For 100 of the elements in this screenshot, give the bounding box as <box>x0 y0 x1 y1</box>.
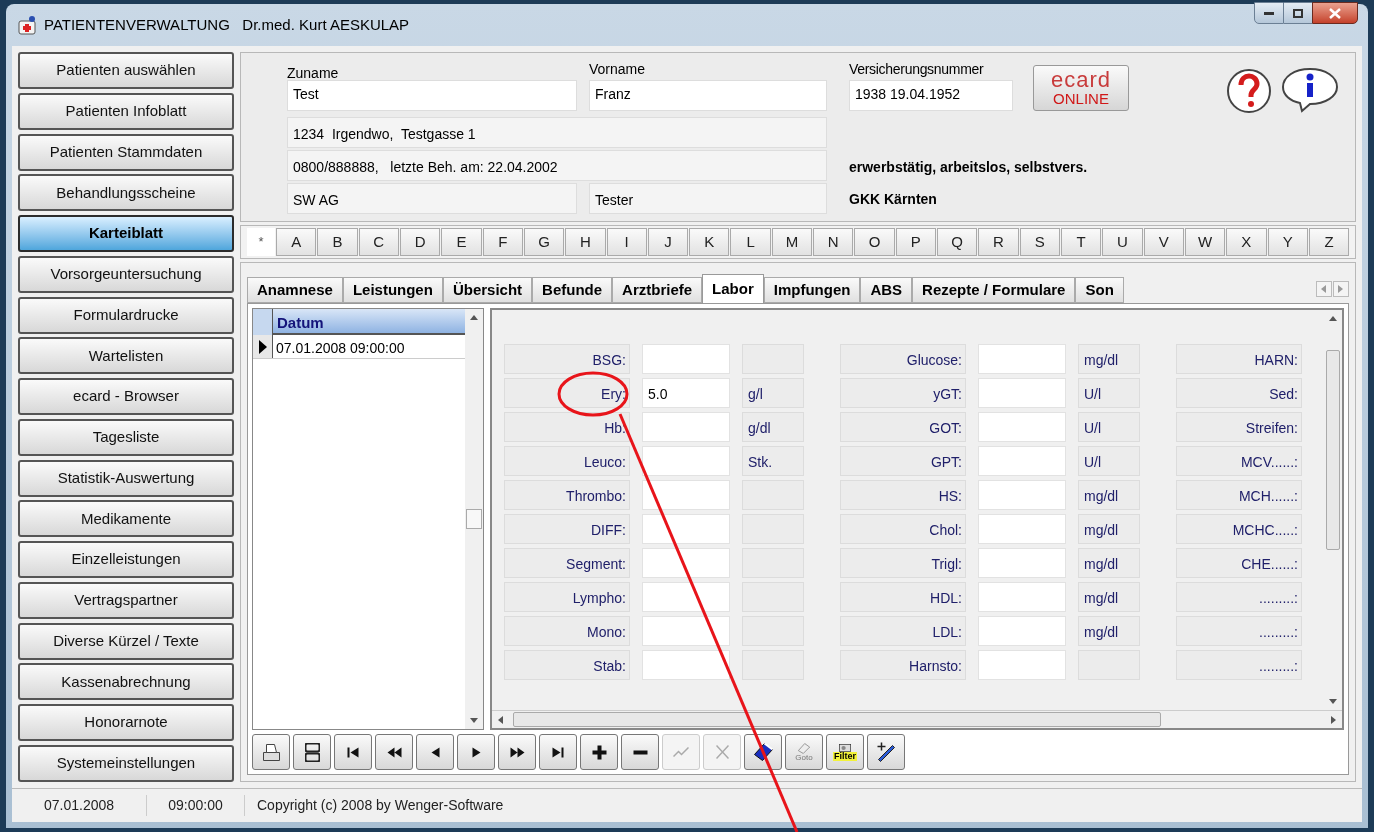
tab[interactable]: Labor <box>702 274 764 303</box>
vertical-scrollbar[interactable] <box>465 309 483 729</box>
letter-button[interactable]: P <box>895 228 936 256</box>
toolbar-button[interactable] <box>621 734 659 770</box>
tab[interactable]: Arztbriefe <box>612 277 703 303</box>
sidebar-button[interactable]: Einzelleistungen <box>18 541 234 578</box>
letter-button[interactable]: G <box>523 228 565 256</box>
letter-button[interactable]: K <box>689 228 730 256</box>
letter-button[interactable]: N <box>813 228 854 256</box>
letter-button[interactable]: V <box>1143 228 1184 256</box>
letter-button[interactable]: O <box>854 228 895 256</box>
sidebar-button[interactable]: Honorarnote <box>18 704 234 741</box>
toolbar-button[interactable]: Goto <box>785 734 823 770</box>
maximize-button[interactable] <box>1284 2 1312 24</box>
lab-value-field[interactable] <box>642 344 730 374</box>
first-name-field[interactable]: Franz <box>589 80 827 111</box>
lab-value-field[interactable] <box>978 480 1066 510</box>
letter-button[interactable]: W <box>1184 228 1226 256</box>
letter-button[interactable]: B <box>317 228 358 256</box>
letter-button[interactable]: E <box>441 228 482 256</box>
right-arrow-icon[interactable] <box>1331 715 1336 724</box>
letter-button[interactable]: X <box>1226 228 1267 256</box>
tab-scroll-right-button[interactable] <box>1333 281 1349 297</box>
letter-button[interactable]: T <box>1060 228 1102 256</box>
toolbar-button[interactable] <box>457 734 495 770</box>
down-arrow-icon[interactable] <box>1329 699 1337 704</box>
tab[interactable]: Befunde <box>532 277 613 303</box>
letter-button[interactable]: Q <box>937 228 978 256</box>
sidebar-button[interactable]: Statistik-Auswertung <box>18 459 234 497</box>
lab-value-field[interactable] <box>978 616 1066 646</box>
toolbar-button[interactable] <box>744 734 782 770</box>
column-header[interactable]: Datum <box>273 309 465 335</box>
info-icon[interactable] <box>1279 65 1341 113</box>
lab-value-field[interactable] <box>642 582 730 612</box>
row-indicator[interactable] <box>253 335 273 358</box>
lab-value-field[interactable] <box>642 480 730 510</box>
lab-value-field[interactable] <box>978 548 1066 578</box>
lab-value-field[interactable] <box>642 446 730 476</box>
toolbar-button[interactable] <box>867 734 905 770</box>
insurance-number-field[interactable]: 1938 19.04.1952 <box>849 80 1013 111</box>
sidebar-button[interactable]: Systemeinstellungen <box>18 744 234 782</box>
lab-value-field[interactable] <box>978 378 1066 408</box>
sidebar-button[interactable]: Patienten Stammdaten <box>18 133 234 171</box>
letter-button[interactable]: L <box>730 228 771 256</box>
toolbar-button[interactable] <box>293 734 331 770</box>
scrollbar-thumb[interactable] <box>466 509 482 529</box>
toolbar-button[interactable] <box>252 734 290 770</box>
lab-value-field[interactable] <box>642 412 730 442</box>
lab-value-field[interactable] <box>642 514 730 544</box>
lab-value-field[interactable] <box>978 344 1066 374</box>
toolbar-button[interactable]: Filter <box>826 734 864 770</box>
sidebar-button[interactable]: Vorsorgeuntersuchung <box>18 255 234 293</box>
close-button[interactable] <box>1312 2 1358 24</box>
sidebar-button[interactable]: Kassenabrechnung <box>18 663 234 701</box>
sidebar-button[interactable]: Karteiblatt <box>18 215 234 252</box>
tab[interactable]: ABS <box>860 277 913 303</box>
letter-button[interactable]: R <box>978 228 1019 256</box>
tab[interactable]: Son <box>1075 277 1124 303</box>
sidebar-button[interactable]: Wartelisten <box>18 337 234 375</box>
sidebar-button[interactable]: Patienten auswählen <box>18 52 234 89</box>
lab-value-field[interactable] <box>978 650 1066 680</box>
surname-field[interactable]: Test <box>287 80 577 111</box>
scrollbar-thumb[interactable] <box>1326 350 1340 550</box>
help-icon[interactable] <box>1225 67 1273 115</box>
up-arrow-icon[interactable] <box>470 315 478 320</box>
sidebar-button[interactable]: Behandlungsscheine <box>18 174 234 212</box>
toolbar-button[interactable] <box>580 734 618 770</box>
sidebar-button[interactable]: Patienten Infoblatt <box>18 92 234 130</box>
letter-button[interactable]: I <box>606 228 647 256</box>
letter-button[interactable]: S <box>1019 228 1060 256</box>
letter-button[interactable]: J <box>647 228 689 256</box>
left-arrow-icon[interactable] <box>498 715 503 724</box>
letter-button[interactable]: A <box>276 228 317 256</box>
up-arrow-icon[interactable] <box>1329 316 1337 321</box>
toolbar-button[interactable] <box>334 734 372 770</box>
sidebar-button[interactable]: Medikamente <box>18 500 234 538</box>
letter-button[interactable]: F <box>482 228 523 256</box>
tab[interactable]: Leistungen <box>342 277 443 303</box>
lab-value-field[interactable] <box>978 412 1066 442</box>
letter-button[interactable]: D <box>399 228 441 256</box>
letter-button[interactable]: Z <box>1308 228 1350 256</box>
toolbar-button[interactable] <box>498 734 536 770</box>
horizontal-scrollbar[interactable] <box>492 710 1342 728</box>
table-cell[interactable]: 07.01.2008 09:00:00 <box>273 335 465 358</box>
tab[interactable]: Übersicht <box>442 277 533 303</box>
tab-scroll-left-button[interactable] <box>1316 281 1332 297</box>
sidebar-button[interactable]: Diverse Kürzel / Texte <box>18 622 234 660</box>
letter-button[interactable]: C <box>358 228 399 256</box>
tab[interactable]: Impfungen <box>763 277 861 303</box>
down-arrow-icon[interactable] <box>470 718 478 723</box>
letter-button[interactable]: * <box>247 228 275 256</box>
toolbar-button[interactable] <box>375 734 413 770</box>
tab[interactable]: Anamnese <box>247 277 343 303</box>
lab-value-field[interactable] <box>978 446 1066 476</box>
lab-value-field[interactable]: 5.0 <box>642 378 730 408</box>
scrollbar-thumb[interactable] <box>513 712 1161 727</box>
letter-button[interactable]: U <box>1102 228 1143 256</box>
sidebar-button[interactable]: Vertragspartner <box>18 581 234 619</box>
sidebar-button[interactable]: Formulardrucke <box>18 296 234 334</box>
tab[interactable]: Rezepte / Formulare <box>912 277 1076 303</box>
